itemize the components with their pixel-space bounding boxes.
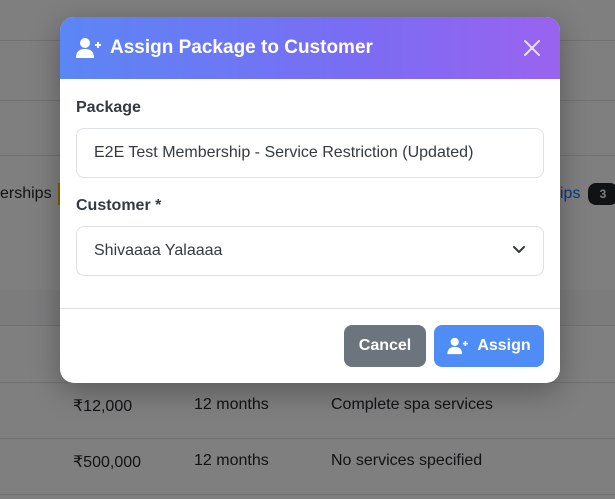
package-field[interactable]: E2E Test Membership - Service Restrictio…	[76, 128, 544, 178]
modal-title: Assign Package to Customer	[110, 37, 373, 58]
customer-value: Shivaaaa Yalaaaa	[94, 242, 223, 259]
cancel-button[interactable]: Cancel	[344, 325, 426, 367]
assign-package-modal: Assign Package to Customer Package E2E T…	[60, 17, 560, 383]
user-plus-icon	[76, 37, 102, 59]
user-plus-icon	[447, 337, 469, 355]
modal-footer: Cancel Assign	[60, 308, 560, 383]
customer-select[interactable]: Shivaaaa Yalaaaa	[76, 226, 544, 276]
modal-header: Assign Package to Customer	[60, 17, 560, 79]
assign-button-label: Assign	[477, 337, 531, 354]
package-value: E2E Test Membership - Service Restrictio…	[94, 144, 474, 161]
modal-body: Package E2E Test Membership - Service Re…	[60, 79, 560, 308]
close-icon[interactable]	[520, 36, 544, 60]
package-label: Package	[76, 99, 141, 116]
chevron-down-icon	[512, 242, 526, 260]
customer-label: Customer *	[76, 197, 162, 214]
assign-button[interactable]: Assign	[434, 325, 544, 367]
